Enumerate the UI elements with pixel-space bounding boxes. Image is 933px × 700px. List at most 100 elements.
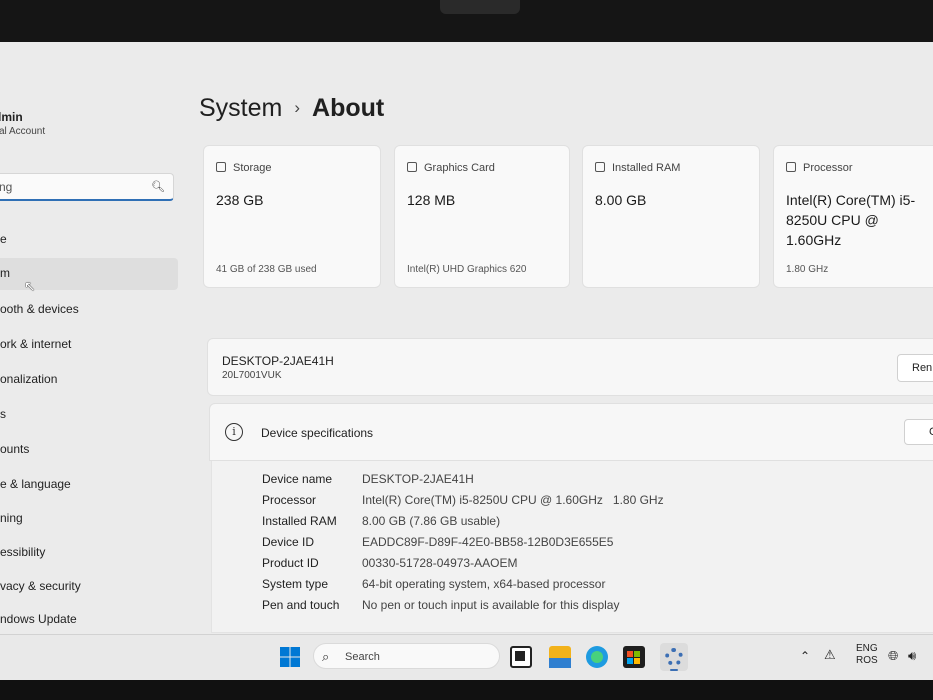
sidebar: dmin cal Account ng 🔍︎ e m ooth & device… [0, 42, 185, 632]
sidebar-item-windows-update[interactable]: ndows Update [0, 604, 178, 636]
card-title: Processor [786, 162, 853, 174]
settings-search-input[interactable]: ng 🔍︎ [0, 173, 174, 201]
settings-gear-icon[interactable] [660, 643, 688, 671]
taskbar-search-label: Search [345, 651, 380, 663]
breadcrumb-parent[interactable]: System [199, 94, 282, 122]
spec-key: Installed RAM [262, 514, 337, 528]
card-title-text: Storage [233, 162, 272, 174]
globe-icon[interactable]: 🌐︎ [888, 648, 898, 664]
rename-pc-button[interactable]: Ren [897, 354, 933, 382]
sidebar-item-home[interactable]: e [0, 224, 178, 256]
copy-button[interactable]: C [904, 419, 933, 445]
file-explorer-icon[interactable] [549, 646, 571, 668]
chevron-up-icon[interactable]: ⌃ [800, 649, 810, 663]
card-title-text: Graphics Card [424, 162, 495, 174]
sidebar-item-network[interactable]: ork & internet [0, 329, 178, 361]
sidebar-item-label: essibility [0, 545, 46, 559]
spec-value: No pen or touch input is available for t… [362, 598, 620, 612]
card-title: Installed RAM [595, 162, 680, 174]
card-value: 8.00 GB [595, 192, 647, 208]
search-input-value: ng [0, 180, 13, 194]
graphics-card-card[interactable]: Graphics Card 128 MB Intel(R) UHD Graphi… [394, 145, 570, 288]
ram-icon [595, 162, 605, 172]
settings-window: dmin cal Account ng 🔍︎ e m ooth & device… [0, 42, 933, 680]
spec-key: Product ID [262, 556, 319, 570]
keyboard-layout: ROS [856, 655, 878, 666]
search-icon: ⌕ [322, 649, 330, 664]
search-icon[interactable]: 🔍︎ [151, 180, 165, 193]
spec-key: Device ID [262, 535, 315, 549]
sidebar-item-label: s [0, 407, 6, 421]
device-name: DESKTOP-2JAE41H [222, 354, 334, 368]
edge-browser-icon[interactable] [586, 646, 608, 668]
spec-key: Device name [262, 472, 333, 486]
camera-module [440, 0, 520, 14]
sidebar-item-label: ork & internet [0, 337, 72, 351]
mouse-cursor-icon: ↖ [24, 278, 36, 294]
page-title: About [312, 94, 385, 122]
card-title: Graphics Card [407, 162, 495, 174]
processor-card[interactable]: Processor Intel(R) Core(TM) i5-8250U CPU… [773, 145, 933, 288]
card-value: Intel(R) Core(TM) i5-8250U CPU @ 1.60GHz [786, 192, 916, 248]
sidebar-item-label: e [0, 232, 7, 246]
sidebar-item-bluetooth[interactable]: ooth & devices [0, 294, 178, 326]
device-name-panel: DESKTOP-2JAE41H 20L7001VUK [207, 338, 933, 396]
sidebar-item-privacy[interactable]: vacy & security [0, 571, 178, 603]
sidebar-item-personalization[interactable]: onalization [0, 364, 178, 396]
card-value: 128 MB [407, 192, 456, 208]
card-title-text: Processor [803, 162, 853, 174]
storage-card[interactable]: Storage 238 GB 41 GB of 238 GB used [203, 145, 381, 288]
microsoft-store-icon[interactable] [623, 646, 645, 668]
spec-key: System type [262, 577, 329, 591]
sidebar-item-label: ning [0, 511, 23, 525]
sidebar-item-label: ooth & devices [0, 302, 79, 316]
sidebar-item-gaming[interactable]: ning [0, 503, 178, 535]
spec-value: Intel(R) Core(TM) i5-8250U CPU @ 1.60GHz… [362, 493, 664, 507]
sidebar-item-accessibility[interactable]: essibility [0, 537, 178, 569]
sidebar-item-label: ndows Update [0, 612, 77, 626]
sidebar-item-label: e & language [0, 477, 71, 491]
section-title: Device specifications [261, 426, 374, 440]
network-disconnected-icon[interactable]: ⚠︎ [824, 647, 836, 663]
device-model: 20L7001VUK [222, 370, 282, 381]
installed-ram-card[interactable]: Installed RAM 8.00 GB [582, 145, 760, 288]
language-indicator[interactable]: ENG ROS [856, 643, 878, 667]
card-subtext: 41 GB of 238 GB used [216, 264, 317, 275]
storage-icon [216, 162, 226, 172]
card-title-text: Installed RAM [612, 162, 681, 174]
breadcrumb: System › About [199, 94, 384, 123]
sidebar-item-accounts[interactable]: ounts [0, 434, 178, 466]
sidebar-item-label: ounts [0, 442, 30, 456]
info-icon: i [225, 423, 243, 441]
card-subtext: Intel(R) UHD Graphics 620 [407, 264, 527, 275]
spec-key: Processor [262, 493, 317, 507]
spec-value: 00330-51728-04973-AAOEM [362, 556, 518, 570]
screen-bezel-top [0, 0, 933, 42]
taskbar-search-box[interactable]: ⌕ Search [313, 643, 500, 669]
chevron-right-icon: › [294, 98, 301, 117]
graphics-card-icon [407, 162, 417, 172]
spec-value: DESKTOP-2JAE41H [362, 472, 474, 486]
screen-bezel-bottom [0, 680, 933, 700]
sidebar-item-apps[interactable]: s [0, 399, 178, 431]
card-value: 238 GB [216, 192, 264, 208]
sidebar-item-label: vacy & security [0, 579, 81, 593]
spec-value: 64-bit operating system, x64-based proce… [362, 577, 606, 591]
task-view-icon[interactable] [510, 646, 532, 668]
windows-start-icon[interactable] [279, 646, 301, 668]
taskbar: ⌕ Search ⌃ ⚠︎ ENG ROS 🌐︎ 🔊︎ [0, 634, 933, 680]
device-specifications-header[interactable]: i Device specifications [209, 403, 933, 461]
sidebar-item-time-language[interactable]: e & language [0, 469, 178, 501]
volume-icon[interactable]: 🔊︎ [908, 648, 916, 664]
sidebar-item-label: m [0, 266, 10, 280]
spec-value: 8.00 GB (7.86 GB usable) [362, 514, 501, 528]
language-code: ENG [856, 643, 878, 654]
user-name: dmin [0, 110, 23, 124]
processor-icon [786, 162, 796, 172]
account-type: cal Account [0, 126, 46, 137]
device-specifications-list: Device name DESKTOP-2JAE41H Processor Inte… [211, 461, 933, 633]
spec-value: EADDC89F-D89F-42E0-BB58-12B0D3E655E5 [362, 535, 614, 549]
card-subtext: 1.80 GHz [786, 264, 829, 275]
spec-key: Pen and touch [262, 598, 340, 612]
card-title: Storage [216, 162, 272, 174]
